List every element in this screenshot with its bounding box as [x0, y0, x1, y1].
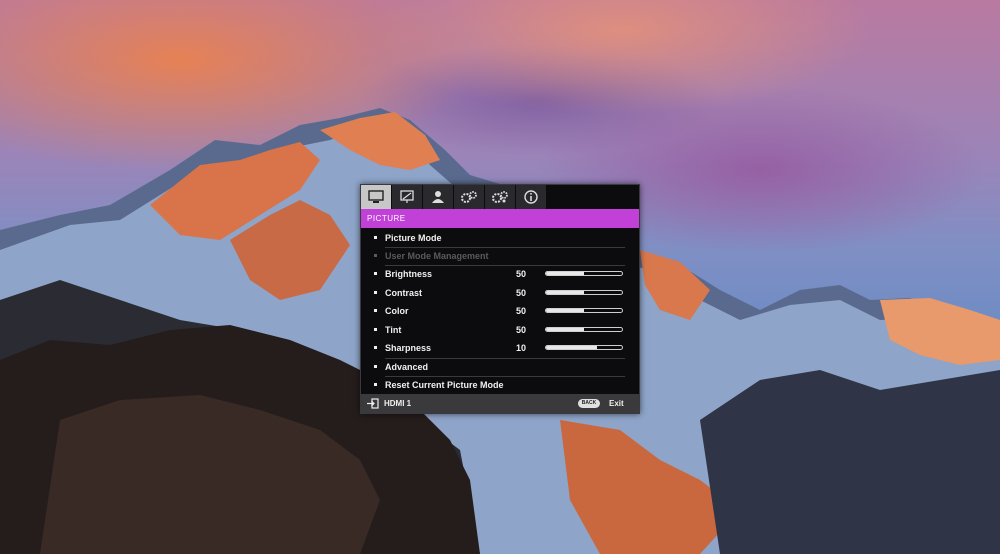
bullet [374, 291, 377, 294]
tint-slider[interactable] [545, 327, 623, 332]
user-icon [432, 191, 444, 203]
slider-fill [546, 309, 584, 312]
menu-item-label: Brightness [385, 269, 433, 279]
tab-picture[interactable] [361, 185, 392, 209]
sharpness-value: 10 [516, 343, 527, 353]
settings-gears-icon [492, 191, 508, 203]
display-icon [400, 190, 414, 203]
tint-value: 50 [516, 325, 527, 335]
color-value: 50 [516, 306, 527, 316]
slider-fill [546, 328, 584, 331]
menu-item-label: Sharpness [385, 343, 432, 353]
menu-item-user-mode-management: User Mode Management [371, 247, 629, 265]
menu-item-reset-picture-mode[interactable]: Reset Current Picture Mode [371, 376, 629, 394]
menu-item-tint[interactable]: Tint 50 [371, 321, 629, 339]
menu-item-label: User Mode Management [385, 251, 489, 261]
menu-item-sharpness[interactable]: Sharpness 10 [371, 339, 629, 357]
contrast-value: 50 [516, 288, 527, 298]
back-button[interactable]: BACK [578, 399, 600, 408]
bullet [374, 236, 377, 239]
picture-icon [368, 190, 384, 203]
bullet [374, 309, 377, 312]
bullet [374, 365, 377, 368]
exit-label[interactable]: Exit [609, 394, 624, 413]
slider-fill [546, 272, 584, 275]
osd-tabs [361, 185, 639, 209]
slider-fill [546, 291, 584, 294]
bullet [374, 272, 377, 275]
tab-user[interactable] [423, 185, 454, 209]
gears-icon [461, 191, 477, 203]
tab-gears[interactable] [454, 185, 485, 209]
menu-item-contrast[interactable]: Contrast 50 [371, 284, 629, 302]
menu-item-advanced[interactable]: Advanced [371, 358, 629, 376]
sharpness-slider[interactable] [545, 345, 623, 350]
menu-item-label: Tint [385, 325, 402, 335]
menu-item-brightness[interactable]: Brightness 50 [371, 265, 629, 283]
menu-item-label: Picture Mode [385, 233, 442, 243]
osd-menu: PICTURE Picture Mode User Mode Managemen… [360, 184, 640, 414]
tab-settings[interactable] [485, 185, 516, 209]
menu-item-color[interactable]: Color 50 [371, 302, 629, 320]
bullet [374, 328, 377, 331]
input-source-icon [367, 398, 379, 409]
menu-item-label: Color [385, 306, 409, 316]
bullet [374, 254, 377, 257]
menu-item-label: Contrast [385, 288, 423, 298]
menu-item-label: Advanced [385, 362, 429, 372]
osd-footer: HDMI 1 BACK Exit [361, 394, 639, 413]
brightness-slider[interactable] [545, 271, 623, 276]
slider-fill [546, 346, 597, 349]
menu-item-picture-mode[interactable]: Picture Mode [371, 229, 629, 247]
bullet [374, 383, 377, 386]
tab-info[interactable] [516, 185, 547, 209]
color-slider[interactable] [545, 308, 623, 313]
bullet [374, 346, 377, 349]
menu-item-label: Reset Current Picture Mode [385, 380, 504, 390]
brightness-value: 50 [516, 269, 527, 279]
contrast-slider[interactable] [545, 290, 623, 295]
menu-title: PICTURE [361, 209, 639, 228]
info-icon [524, 190, 538, 204]
tab-display[interactable] [392, 185, 423, 209]
input-source-label: HDMI 1 [384, 399, 412, 408]
